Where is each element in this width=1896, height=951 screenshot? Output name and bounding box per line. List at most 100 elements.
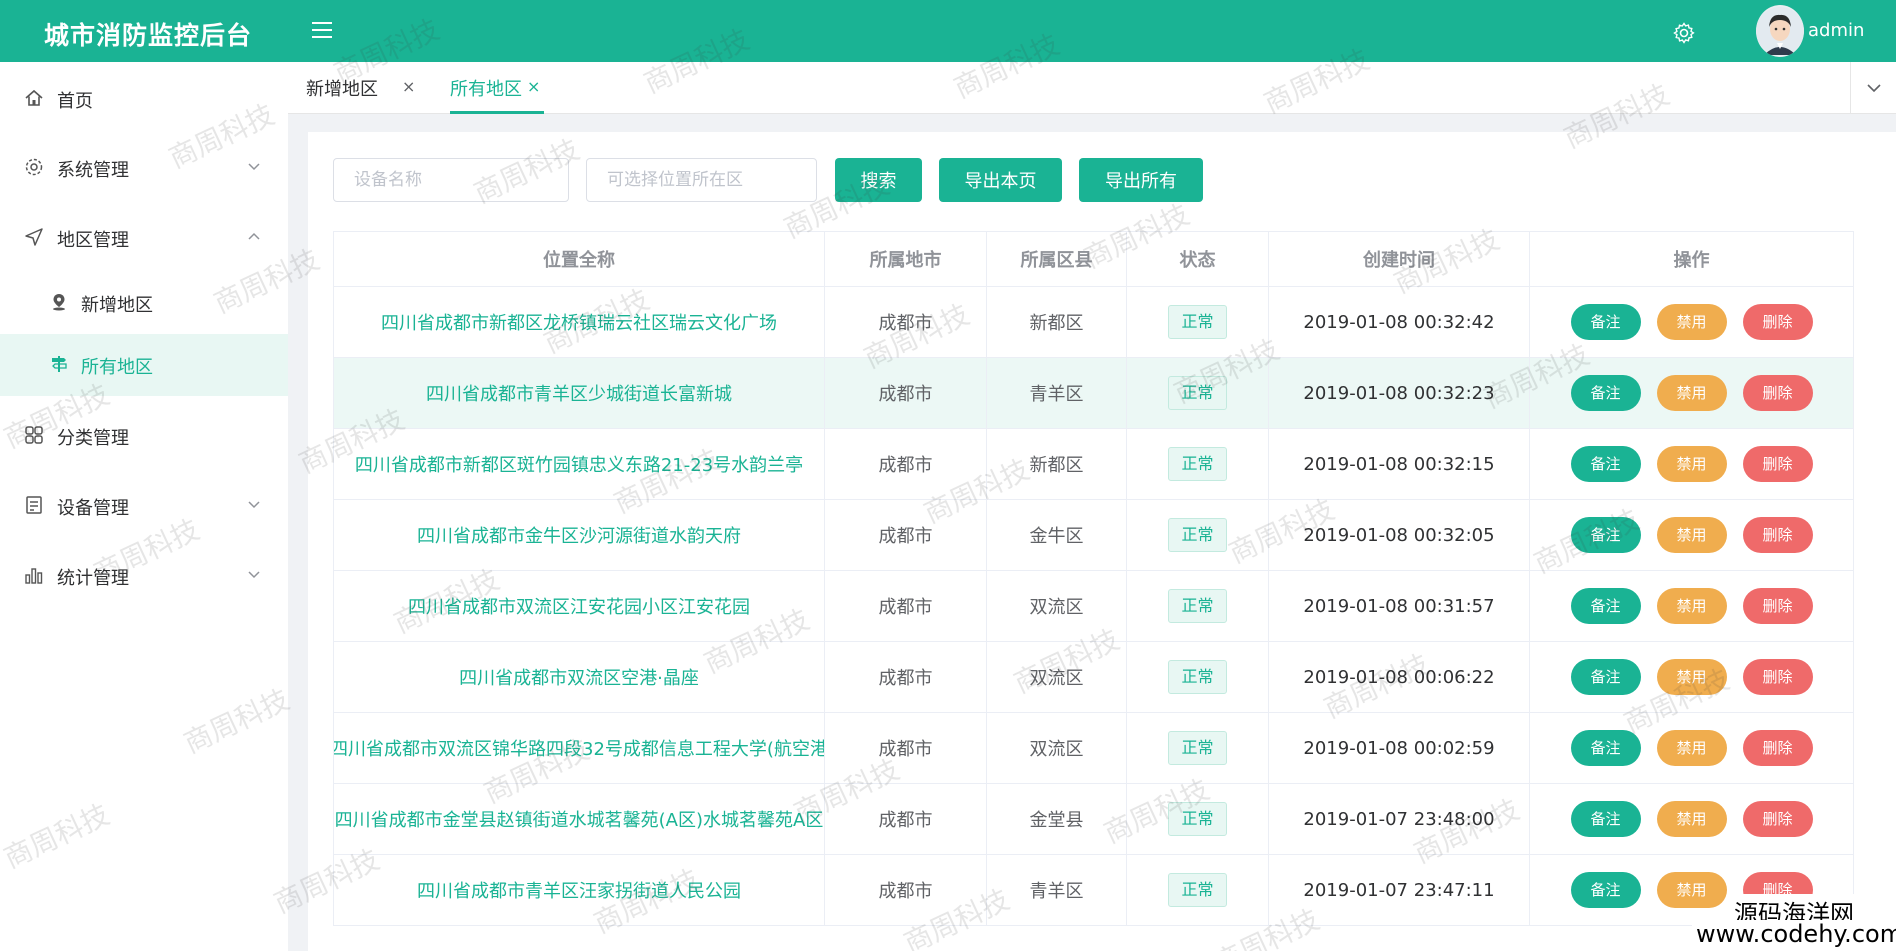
note-button[interactable]: 备注	[1570, 872, 1641, 908]
location-link[interactable]: 四川省成都市青羊区汪家拐街道人民公园	[334, 855, 825, 925]
sidebar-item-label: 所有地区	[81, 357, 153, 378]
search-button[interactable]: 搜索	[835, 158, 922, 202]
disable-button[interactable]: 禁用	[1656, 730, 1727, 766]
tab-all-regions[interactable]: 所有地区 ×	[450, 62, 544, 114]
column-header: 所属区县	[987, 232, 1127, 286]
location-select[interactable]	[586, 158, 817, 202]
chevron-down-icon	[248, 163, 260, 171]
chevron-up-icon	[248, 232, 260, 240]
settings-gear-icon[interactable]	[1672, 21, 1696, 45]
created-time-cell: 2019-01-08 00:32:42	[1269, 287, 1530, 357]
note-button[interactable]: 备注	[1570, 730, 1641, 766]
sidebar-item-device[interactable]: 设备管理	[0, 472, 288, 538]
sidebar-item-category[interactable]: 分类管理	[0, 402, 288, 468]
district-cell: 新都区	[987, 429, 1127, 499]
created-time-cell: 2019-01-08 00:32:23	[1269, 358, 1530, 428]
close-icon[interactable]: ×	[527, 77, 540, 96]
note-button[interactable]: 备注	[1570, 304, 1641, 340]
disable-button[interactable]: 禁用	[1656, 659, 1727, 695]
status-badge: 正常	[1168, 518, 1227, 552]
sidebar-item-label: 地区管理	[57, 230, 129, 251]
sidebar-item-home[interactable]: 首页	[0, 65, 288, 131]
export-all-button[interactable]: 导出所有	[1079, 158, 1203, 202]
column-header: 状态	[1127, 232, 1269, 286]
note-button[interactable]: 备注	[1570, 659, 1641, 695]
disable-button[interactable]: 禁用	[1656, 517, 1727, 553]
city-cell: 成都市	[825, 784, 987, 854]
disable-button[interactable]: 禁用	[1656, 588, 1727, 624]
sidebar-item-system[interactable]: 系统管理	[0, 134, 288, 200]
status-badge: 正常	[1168, 802, 1227, 836]
note-button[interactable]: 备注	[1570, 588, 1641, 624]
city-cell: 成都市	[825, 855, 987, 925]
status-cell: 正常	[1127, 429, 1269, 499]
sidebar-item-all-regions[interactable]: 所有地区	[0, 334, 288, 396]
note-button[interactable]: 备注	[1570, 446, 1641, 482]
disable-button[interactable]: 禁用	[1656, 446, 1727, 482]
chevron-down-icon	[1867, 84, 1881, 93]
created-time-cell: 2019-01-08 00:32:05	[1269, 500, 1530, 570]
disable-button[interactable]: 禁用	[1656, 375, 1727, 411]
city-cell: 成都市	[825, 358, 987, 428]
top-header: 城市消防监控后台 admin	[0, 0, 1896, 62]
user-name[interactable]: admin	[1808, 20, 1864, 41]
sidebar-item-label: 设备管理	[57, 498, 129, 519]
actions-cell: 备注 禁用 删除	[1530, 429, 1854, 499]
city-cell: 成都市	[825, 287, 987, 357]
device-icon	[26, 496, 42, 514]
delete-button[interactable]: 删除	[1742, 446, 1813, 482]
table-row: 四川省成都市双流区江安花园小区江安花园 成都市 双流区 正常 2019-01-08 00…	[334, 571, 1854, 642]
disable-button[interactable]: 禁用	[1656, 872, 1727, 908]
location-link[interactable]: 四川省成都市双流区空港·晶座	[334, 642, 825, 712]
export-page-button[interactable]: 导出本页	[939, 158, 1062, 202]
delete-button[interactable]: 删除	[1742, 517, 1813, 553]
location-link[interactable]: 四川省成都市金堂县赵镇街道水城茗馨苑(A区)水城茗馨苑A区	[334, 784, 825, 854]
actions-cell: 备注 禁用 删除	[1530, 642, 1854, 712]
sidebar: 首页 系统管理 地区管理 新增地区 所有地区 分类管理 设备管理 统计管理	[0, 62, 288, 951]
district-cell: 青羊区	[987, 358, 1127, 428]
status-badge: 正常	[1168, 731, 1227, 765]
delete-button[interactable]: 删除	[1742, 801, 1813, 837]
location-link[interactable]: 四川省成都市青羊区少城街道长富新城	[334, 358, 825, 428]
location-link[interactable]: 四川省成都市金牛区沙河源街道水韵天府	[334, 500, 825, 570]
note-button[interactable]: 备注	[1570, 375, 1641, 411]
home-icon	[25, 89, 43, 106]
actions-cell: 备注 禁用 删除	[1530, 500, 1854, 570]
location-link[interactable]: 四川省成都市新都区龙桥镇瑞云社区瑞云文化广场	[334, 287, 825, 357]
actions-cell: 备注 禁用 删除	[1530, 713, 1854, 783]
delete-button[interactable]: 删除	[1742, 659, 1813, 695]
tab-add-region[interactable]: 新增地区 ×	[306, 62, 415, 114]
sidebar-item-region[interactable]: 地区管理	[0, 204, 288, 270]
location-link[interactable]: 四川省成都市双流区锦华路四段32号成都信息工程大学(航空港	[334, 713, 825, 783]
column-header: 创建时间	[1269, 232, 1530, 286]
sidebar-item-stats[interactable]: 统计管理	[0, 542, 288, 608]
avatar[interactable]	[1756, 5, 1804, 57]
table-header-row: 位置全称 所属地市 所属区县 状态 创建时间 操作	[334, 232, 1854, 287]
device-name-input[interactable]	[333, 158, 569, 202]
location-arrow-icon	[25, 228, 43, 246]
status-cell: 正常	[1127, 855, 1269, 925]
actions-cell: 备注 禁用 删除	[1530, 784, 1854, 854]
delete-button[interactable]: 删除	[1742, 304, 1813, 340]
district-cell: 双流区	[987, 713, 1127, 783]
delete-button[interactable]: 删除	[1742, 588, 1813, 624]
location-link[interactable]: 四川省成都市双流区江安花园小区江安花园	[334, 571, 825, 641]
status-cell: 正常	[1127, 571, 1269, 641]
location-link[interactable]: 四川省成都市新都区斑竹园镇忠义东路21-23号水韵兰亭	[334, 429, 825, 499]
delete-button[interactable]: 删除	[1742, 375, 1813, 411]
close-icon[interactable]: ×	[402, 77, 415, 96]
status-badge: 正常	[1168, 660, 1227, 694]
status-badge: 正常	[1168, 305, 1227, 339]
sidebar-item-add-region[interactable]: 新增地区	[0, 272, 288, 334]
note-button[interactable]: 备注	[1570, 517, 1641, 553]
delete-button[interactable]: 删除	[1742, 730, 1813, 766]
disable-button[interactable]: 禁用	[1656, 304, 1727, 340]
table-row: 四川省成都市青羊区少城街道长富新城 成都市 青羊区 正常 2019-01-08 00:3…	[334, 358, 1854, 429]
note-button[interactable]: 备注	[1570, 801, 1641, 837]
menu-toggle-icon[interactable]	[312, 20, 334, 40]
district-cell: 双流区	[987, 571, 1127, 641]
tabs-dropdown[interactable]	[1850, 62, 1896, 114]
city-cell: 成都市	[825, 713, 987, 783]
table-row: 四川省成都市金牛区沙河源街道水韵天府 成都市 金牛区 正常 2019-01-08 00:…	[334, 500, 1854, 571]
disable-button[interactable]: 禁用	[1656, 801, 1727, 837]
